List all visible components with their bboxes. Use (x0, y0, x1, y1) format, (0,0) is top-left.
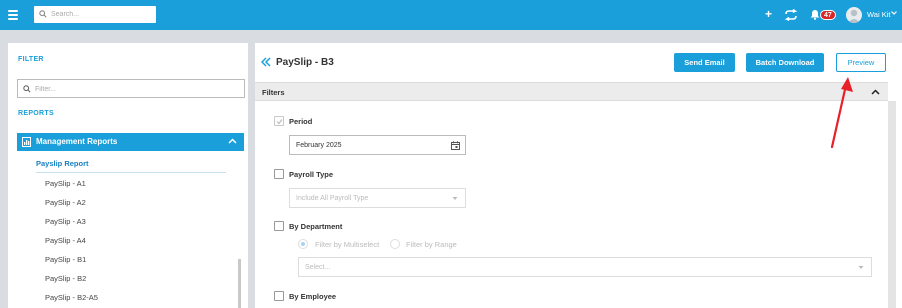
reports-title: REPORTS (18, 110, 54, 117)
by-department-checkbox[interactable] (274, 221, 284, 231)
chevron-up-icon[interactable] (871, 88, 880, 97)
payroll-type-placeholder: Include All Payroll Type (296, 195, 369, 202)
chevron-down-icon[interactable] (891, 10, 897, 16)
main-panel: PaySlip - B3 Send Email Batch Download P… (255, 43, 902, 308)
filters-scrollbar[interactable] (888, 101, 896, 308)
radio-filter-multiselect[interactable] (298, 239, 308, 249)
send-email-button[interactable]: Send Email (674, 53, 735, 72)
check-icon (276, 119, 283, 125)
double-chevron-left-icon[interactable] (261, 57, 271, 67)
chevron-up-icon[interactable] (228, 137, 237, 146)
period-value: February 2025 (296, 142, 342, 149)
radio-multiselect-label: Filter by Multiselect (315, 240, 380, 249)
department-select[interactable]: Select... (298, 257, 872, 277)
search-icon (23, 85, 31, 93)
payroll-type-select[interactable]: Include All Payroll Type (289, 188, 466, 208)
payroll-type-checkbox[interactable] (274, 169, 284, 179)
department-select-placeholder: Select... (305, 264, 331, 271)
notification-badge[interactable]: 47 (820, 10, 836, 20)
report-item-a1[interactable]: PaySlip - A1 (45, 179, 86, 188)
period-checkbox[interactable] (274, 116, 284, 126)
report-item-a3[interactable]: PaySlip - A3 (45, 217, 86, 226)
caret-down-icon (452, 197, 458, 200)
radio-filter-range[interactable] (390, 239, 400, 249)
search-icon (39, 10, 47, 18)
report-icon (22, 137, 31, 147)
filters-header[interactable]: Filters (255, 82, 888, 101)
report-item-b1[interactable]: PaySlip - B1 (45, 255, 86, 264)
sidebar-filter[interactable] (17, 79, 245, 98)
period-label: Period (289, 117, 313, 126)
payroll-type-label: Payroll Type (289, 170, 334, 179)
sidebar: FILTER REPORTS Management Reports Paysli… (8, 43, 248, 308)
sidebar-scrollbar[interactable] (238, 259, 241, 308)
filter-title: FILTER (18, 56, 44, 63)
user-name[interactable]: Wai Kit (867, 10, 890, 19)
menu-icon[interactable] (8, 10, 18, 20)
by-employee-label: By Employee (289, 292, 337, 301)
preview-button[interactable]: Preview (836, 53, 886, 72)
period-field[interactable]: February 2025 (289, 135, 466, 155)
group-label: Management Reports (36, 137, 118, 146)
filters-label: Filters (262, 88, 285, 97)
bell-icon[interactable] (810, 9, 820, 20)
calendar-icon[interactable] (451, 141, 460, 150)
top-bar: + 47 Wai Kit (0, 0, 902, 30)
global-search[interactable] (34, 6, 156, 23)
by-department-label: By Department (289, 222, 343, 231)
sync-icon[interactable] (784, 9, 798, 21)
radio-range-label: Filter by Range (406, 240, 457, 249)
page-title: PaySlip - B3 (276, 57, 334, 68)
report-item-b2[interactable]: PaySlip - B2 (45, 274, 86, 283)
annotation-arrow (830, 77, 853, 149)
caret-down-icon (858, 266, 864, 269)
report-item-a2[interactable]: PaySlip - A2 (45, 198, 86, 207)
user-icon (848, 9, 860, 23)
plus-icon[interactable]: + (765, 8, 772, 20)
batch-download-button[interactable]: Batch Download (746, 53, 824, 72)
by-employee-checkbox[interactable] (274, 291, 284, 301)
filter-input[interactable] (35, 83, 235, 95)
search-input[interactable] (51, 8, 151, 21)
management-reports-group[interactable]: Management Reports (17, 133, 244, 151)
payslip-report-subheader[interactable]: Payslip Report (36, 159, 226, 173)
report-item-a4[interactable]: PaySlip - A4 (45, 236, 86, 245)
report-item-b2-a5[interactable]: PaySlip - B2-A5 (45, 293, 98, 302)
avatar[interactable] (846, 7, 862, 23)
